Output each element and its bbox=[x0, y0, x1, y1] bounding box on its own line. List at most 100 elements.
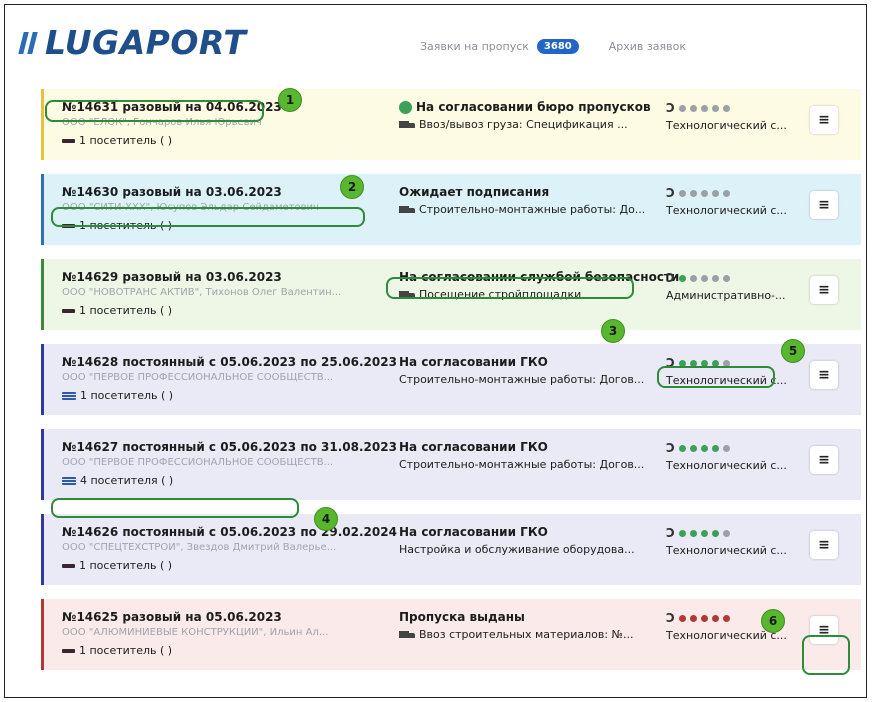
request-department: Административно-... bbox=[666, 289, 786, 302]
visitors-icon bbox=[62, 476, 76, 485]
card-menu-button[interactable]: ≡ bbox=[810, 191, 838, 219]
purpose-label: Строительно-монтажные работы: Догов... bbox=[399, 458, 645, 471]
status-label: На согласовании бюро пропусков bbox=[416, 100, 651, 114]
nav-archive-link[interactable]: Архив заявок bbox=[609, 40, 686, 53]
visitors-info[interactable]: 1 посетитель ( ) bbox=[62, 219, 172, 232]
visitors-info[interactable]: 1 посетитель ( ) bbox=[62, 644, 172, 657]
history-icon: Ↄ bbox=[666, 356, 675, 370]
history-icon: Ↄ bbox=[666, 101, 675, 115]
approval-step-dot bbox=[711, 274, 719, 282]
history-icon: Ↄ bbox=[666, 611, 675, 625]
visitors-label: 1 посетитель ( ) bbox=[80, 389, 174, 402]
approval-step-dot bbox=[678, 359, 686, 367]
approval-step-dot bbox=[700, 359, 708, 367]
approval-step-dot bbox=[678, 614, 686, 622]
nav-requests-link[interactable]: Заявки на пропуск bbox=[420, 40, 529, 53]
approval-progress[interactable]: Ↄ bbox=[666, 186, 730, 200]
request-status: На согласовании ГКО bbox=[399, 355, 548, 369]
visitors-info[interactable]: 4 посетителя ( ) bbox=[62, 474, 173, 487]
status-label: На согласовании ГКО bbox=[399, 440, 548, 454]
visitors-icon bbox=[62, 223, 75, 228]
card-menu-button[interactable]: ≡ bbox=[810, 531, 838, 559]
status-label: На согласовании ГКО bbox=[399, 525, 548, 539]
approval-progress[interactable]: Ↄ bbox=[666, 356, 730, 370]
request-department: Технологический с... bbox=[666, 459, 787, 472]
request-purpose: Ввоз строительных материалов: №... bbox=[399, 628, 633, 641]
top-nav: Заявки на пропуск 3680 Архив заявок bbox=[420, 39, 686, 54]
approval-progress[interactable]: Ↄ bbox=[666, 101, 730, 115]
request-purpose: Ввоз/вывоз груза: Спецификация ... bbox=[399, 118, 628, 131]
truck-icon bbox=[399, 205, 415, 214]
annotation-callout: 2 bbox=[340, 175, 364, 199]
visitors-icon bbox=[62, 308, 75, 313]
card-menu-button[interactable]: ≡ bbox=[810, 106, 838, 134]
annotation-callout: 6 bbox=[761, 609, 785, 633]
request-card[interactable]: №14625 разовый на 05.06.2023 ООО "АЛЮМИНИ… bbox=[41, 599, 861, 670]
visitors-info[interactable]: 1 посетитель ( ) bbox=[62, 559, 172, 572]
request-card[interactable]: №14631 разовый на 04.06.2023 ООО "ЕЛОК", … bbox=[41, 89, 861, 160]
status-label: Ожидает подписания bbox=[399, 185, 550, 199]
approval-progress[interactable]: Ↄ bbox=[666, 611, 730, 625]
approval-step-dot bbox=[678, 444, 686, 452]
approval-step-dot bbox=[711, 529, 719, 537]
request-id[interactable]: №14627 постоянный с 05.06.2023 по 31.08.… bbox=[62, 440, 397, 454]
approval-step-dot bbox=[722, 274, 730, 282]
requests-count-badge: 3680 bbox=[536, 39, 579, 54]
approval-step-dot bbox=[711, 104, 719, 112]
request-id[interactable]: №14625 разовый на 05.06.2023 bbox=[62, 610, 282, 624]
request-card[interactable]: №14626 постоянный с 05.06.2023 по 29.02.… bbox=[41, 514, 861, 585]
request-id[interactable]: №14630 разовый на 03.06.2023 bbox=[62, 185, 282, 199]
approval-step-dot bbox=[689, 274, 697, 282]
request-card[interactable]: №14629 разовый на 03.06.2023 ООО "НОВОТРА… bbox=[41, 259, 861, 330]
purpose-label: Строительно-монтажные работы: До... bbox=[419, 203, 646, 216]
logo[interactable]: LUGAPORT bbox=[18, 23, 247, 62]
request-id[interactable]: №14629 разовый на 03.06.2023 bbox=[62, 270, 282, 284]
request-card[interactable]: №14628 постоянный с 05.06.2023 по 25.06.… bbox=[41, 344, 861, 415]
purpose-label: Ввоз/вывоз груза: Спецификация ... bbox=[419, 118, 628, 131]
request-org: ООО "СПЕЦТЕХСТРОЙ", Звездов Дмитрий Вале… bbox=[62, 542, 337, 553]
card-menu-button[interactable]: ≡ bbox=[810, 616, 838, 644]
visitors-info[interactable]: 1 посетитель ( ) bbox=[62, 389, 173, 402]
approval-step-dot bbox=[700, 274, 708, 282]
history-icon: Ↄ bbox=[666, 441, 675, 455]
card-menu-button[interactable]: ≡ bbox=[810, 446, 838, 474]
request-department: Технологический с... bbox=[666, 374, 787, 387]
request-id[interactable]: №14631 разовый на 04.06.2023 bbox=[62, 100, 282, 114]
header: LUGAPORT Заявки на пропуск 3680 Архив за… bbox=[5, 5, 866, 75]
request-status: На согласовании ГКО bbox=[399, 440, 548, 454]
approval-step-dot bbox=[678, 104, 686, 112]
history-icon: Ↄ bbox=[666, 271, 675, 285]
approval-progress[interactable]: Ↄ bbox=[666, 441, 730, 455]
approval-step-dot bbox=[711, 614, 719, 622]
approval-step-dot bbox=[689, 189, 697, 197]
annotation-callout: 3 bbox=[601, 319, 625, 343]
card-menu-button[interactable]: ≡ bbox=[810, 276, 838, 304]
visitors-label: 1 посетитель ( ) bbox=[79, 644, 173, 657]
request-card[interactable]: №14630 разовый на 03.06.2023 ООО "СИТИ-XX… bbox=[41, 174, 861, 245]
approval-step-dot bbox=[700, 529, 708, 537]
request-id[interactable]: №14626 постоянный с 05.06.2023 по 29.02.… bbox=[62, 525, 397, 539]
visitors-icon bbox=[62, 648, 75, 653]
annotation-callout: 4 bbox=[314, 507, 338, 531]
request-purpose: Строительно-монтажные работы: До... bbox=[399, 203, 645, 216]
request-card[interactable]: №14627 постоянный с 05.06.2023 по 31.08.… bbox=[41, 429, 861, 500]
approval-progress[interactable]: Ↄ bbox=[666, 271, 730, 285]
request-status: Ожидает подписания bbox=[399, 185, 549, 199]
approval-progress[interactable]: Ↄ bbox=[666, 526, 730, 540]
card-menu-button[interactable]: ≡ bbox=[810, 361, 838, 389]
status-label: Пропуска выданы bbox=[399, 610, 525, 624]
visitors-info[interactable]: 1 посетитель ( ) bbox=[62, 134, 172, 147]
visitors-info[interactable]: 1 посетитель ( ) bbox=[62, 304, 172, 317]
approval-step-dot bbox=[700, 444, 708, 452]
approval-step-dot bbox=[689, 614, 697, 622]
approval-step-dot bbox=[711, 444, 719, 452]
request-id[interactable]: №14628 постоянный с 05.06.2023 по 25.06.… bbox=[62, 355, 397, 369]
approval-step-dot bbox=[689, 444, 697, 452]
visitors-icon bbox=[62, 138, 75, 143]
approval-step-dot bbox=[722, 614, 730, 622]
visitors-label: 1 посетитель ( ) bbox=[79, 134, 173, 147]
purpose-label: Ввоз строительных материалов: №... bbox=[419, 628, 634, 641]
approval-step-dot bbox=[700, 614, 708, 622]
truck-icon bbox=[399, 630, 415, 639]
logo-text: LUGAPORT bbox=[45, 23, 247, 62]
